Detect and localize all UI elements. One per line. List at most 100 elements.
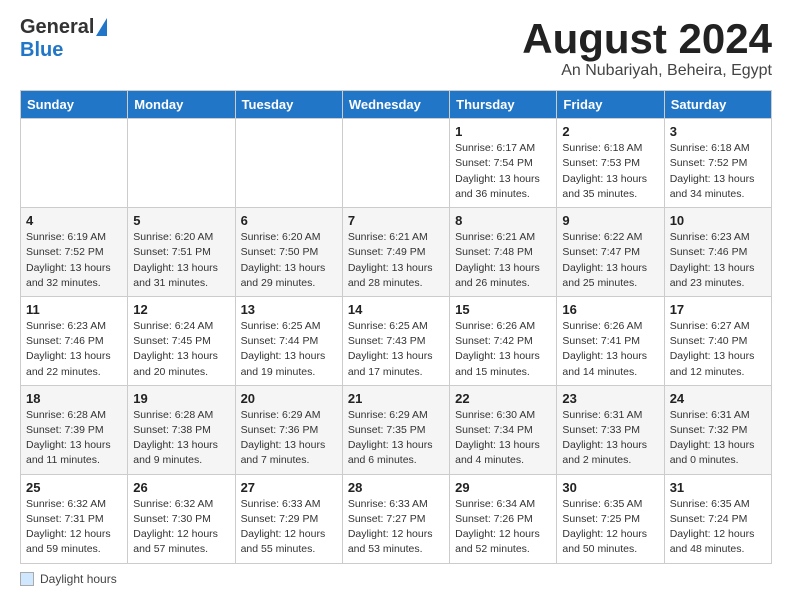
day-info: Sunrise: 6:24 AMSunset: 7:45 PMDaylight:… [133, 319, 229, 380]
day-info: Sunrise: 6:32 AMSunset: 7:30 PMDaylight:… [133, 497, 229, 558]
day-info: Sunrise: 6:25 AMSunset: 7:44 PMDaylight:… [241, 319, 337, 380]
logo-general-text: General [20, 16, 94, 39]
header: General Blue August 2024 An Nubariyah, B… [20, 16, 772, 80]
calendar-cell: 26 Sunrise: 6:32 AMSunset: 7:30 PMDayligh… [128, 474, 235, 563]
day-info: Sunrise: 6:31 AMSunset: 7:33 PMDaylight:… [562, 408, 658, 469]
calendar-week-row: 25 Sunrise: 6:32 AMSunset: 7:31 PMDayligh… [21, 474, 772, 563]
day-info: Sunrise: 6:18 AMSunset: 7:52 PMDaylight:… [670, 141, 766, 202]
day-number: 14 [348, 302, 444, 317]
logo-blue-text: Blue [20, 39, 63, 61]
day-info: Sunrise: 6:19 AMSunset: 7:52 PMDaylight:… [26, 230, 122, 291]
day-info: Sunrise: 6:30 AMSunset: 7:34 PMDaylight:… [455, 408, 551, 469]
calendar-cell: 4Sunrise: 6:19 AMSunset: 7:52 PMDaylight… [21, 208, 128, 297]
day-number: 19 [133, 391, 229, 406]
calendar-cell: 15 Sunrise: 6:26 AMSunset: 7:42 PMDayligh… [450, 296, 557, 385]
day-info: Sunrise: 6:25 AMSunset: 7:43 PMDaylight:… [348, 319, 444, 380]
calendar-cell: 14 Sunrise: 6:25 AMSunset: 7:43 PMDayligh… [342, 296, 449, 385]
weekday-header-saturday: Saturday [664, 91, 771, 119]
day-number: 28 [348, 480, 444, 495]
calendar-cell [342, 119, 449, 208]
day-number: 29 [455, 480, 551, 495]
weekday-header-thursday: Thursday [450, 91, 557, 119]
day-number: 5 [133, 213, 229, 228]
day-number: 11 [26, 302, 122, 317]
calendar-cell: 11 Sunrise: 6:23 AMSunset: 7:46 PMDayligh… [21, 296, 128, 385]
day-info: Sunrise: 6:27 AMSunset: 7:40 PMDaylight:… [670, 319, 766, 380]
day-number: 24 [670, 391, 766, 406]
title-area: August 2024 An Nubariyah, Beheira, Egypt [522, 16, 772, 80]
day-number: 27 [241, 480, 337, 495]
calendar-cell: 3Sunrise: 6:18 AMSunset: 7:52 PMDaylight… [664, 119, 771, 208]
day-number: 23 [562, 391, 658, 406]
calendar-cell: 18 Sunrise: 6:28 AMSunset: 7:39 PMDayligh… [21, 385, 128, 474]
calendar-cell: 19Sunrise: 6:28 AMSunset: 7:38 PMDayligh… [128, 385, 235, 474]
day-number: 31 [670, 480, 766, 495]
location-subtitle: An Nubariyah, Beheira, Egypt [522, 62, 772, 80]
day-number: 15 [455, 302, 551, 317]
day-number: 1 [455, 124, 551, 139]
calendar-cell [235, 119, 342, 208]
calendar-cell: 5Sunrise: 6:20 AMSunset: 7:51 PMDaylight… [128, 208, 235, 297]
day-info: Sunrise: 6:18 AMSunset: 7:53 PMDaylight:… [562, 141, 658, 202]
calendar-cell: 13 Sunrise: 6:25 AMSunset: 7:44 PMDayligh… [235, 296, 342, 385]
day-info: Sunrise: 6:33 AMSunset: 7:29 PMDaylight:… [241, 497, 337, 558]
day-info: Sunrise: 6:32 AMSunset: 7:31 PMDaylight:… [26, 497, 122, 558]
logo: General Blue [20, 16, 107, 62]
calendar-week-row: 18 Sunrise: 6:28 AMSunset: 7:39 PMDayligh… [21, 385, 772, 474]
day-info: Sunrise: 6:28 AMSunset: 7:39 PMDaylight:… [26, 408, 122, 469]
day-info: Sunrise: 6:35 AMSunset: 7:25 PMDaylight:… [562, 497, 658, 558]
day-number: 26 [133, 480, 229, 495]
day-number: 2 [562, 124, 658, 139]
day-info: Sunrise: 6:23 AMSunset: 7:46 PMDaylight:… [26, 319, 122, 380]
calendar-table: SundayMondayTuesdayWednesdayThursdayFrid… [20, 90, 772, 563]
calendar-cell: 8 Sunrise: 6:21 AMSunset: 7:48 PMDaylight… [450, 208, 557, 297]
day-number: 8 [455, 213, 551, 228]
weekday-header-tuesday: Tuesday [235, 91, 342, 119]
day-number: 22 [455, 391, 551, 406]
calendar-cell: 25 Sunrise: 6:32 AMSunset: 7:31 PMDayligh… [21, 474, 128, 563]
calendar-cell: 17Sunrise: 6:27 AMSunset: 7:40 PMDayligh… [664, 296, 771, 385]
calendar-week-row: 1 Sunrise: 6:17 AMSunset: 7:54 PMDaylight… [21, 119, 772, 208]
day-number: 25 [26, 480, 122, 495]
weekday-header-sunday: Sunday [21, 91, 128, 119]
calendar-cell: 2 Sunrise: 6:18 AMSunset: 7:53 PMDaylight… [557, 119, 664, 208]
calendar-cell: 10 Sunrise: 6:23 AMSunset: 7:46 PMDayligh… [664, 208, 771, 297]
day-number: 18 [26, 391, 122, 406]
day-info: Sunrise: 6:20 AMSunset: 7:50 PMDaylight:… [241, 230, 337, 291]
footer-note: Daylight hours [20, 572, 772, 586]
weekday-header-friday: Friday [557, 91, 664, 119]
day-info: Sunrise: 6:21 AMSunset: 7:49 PMDaylight:… [348, 230, 444, 291]
day-number: 10 [670, 213, 766, 228]
calendar-cell: 6 Sunrise: 6:20 AMSunset: 7:50 PMDaylight… [235, 208, 342, 297]
day-number: 7 [348, 213, 444, 228]
day-number: 16 [562, 302, 658, 317]
calendar-cell: 22 Sunrise: 6:30 AMSunset: 7:34 PMDayligh… [450, 385, 557, 474]
day-info: Sunrise: 6:26 AMSunset: 7:42 PMDaylight:… [455, 319, 551, 380]
calendar-cell: 27 Sunrise: 6:33 AMSunset: 7:29 PMDayligh… [235, 474, 342, 563]
day-number: 12 [133, 302, 229, 317]
day-number: 20 [241, 391, 337, 406]
month-title: August 2024 [522, 16, 772, 62]
weekday-header-monday: Monday [128, 91, 235, 119]
footer-label: Daylight hours [40, 572, 117, 586]
calendar-week-row: 4Sunrise: 6:19 AMSunset: 7:52 PMDaylight… [21, 208, 772, 297]
calendar-cell: 29Sunrise: 6:34 AMSunset: 7:26 PMDayligh… [450, 474, 557, 563]
calendar-cell: 16 Sunrise: 6:26 AMSunset: 7:41 PMDayligh… [557, 296, 664, 385]
calendar-cell: 30 Sunrise: 6:35 AMSunset: 7:25 PMDayligh… [557, 474, 664, 563]
weekday-header-row: SundayMondayTuesdayWednesdayThursdayFrid… [21, 91, 772, 119]
day-number: 13 [241, 302, 337, 317]
day-number: 30 [562, 480, 658, 495]
calendar-week-row: 11 Sunrise: 6:23 AMSunset: 7:46 PMDayligh… [21, 296, 772, 385]
day-info: Sunrise: 6:29 AMSunset: 7:35 PMDaylight:… [348, 408, 444, 469]
day-info: Sunrise: 6:26 AMSunset: 7:41 PMDaylight:… [562, 319, 658, 380]
day-info: Sunrise: 6:31 AMSunset: 7:32 PMDaylight:… [670, 408, 766, 469]
day-info: Sunrise: 6:23 AMSunset: 7:46 PMDaylight:… [670, 230, 766, 291]
calendar-cell: 24 Sunrise: 6:31 AMSunset: 7:32 PMDayligh… [664, 385, 771, 474]
calendar-cell: 31Sunrise: 6:35 AMSunset: 7:24 PMDayligh… [664, 474, 771, 563]
day-number: 6 [241, 213, 337, 228]
day-info: Sunrise: 6:22 AMSunset: 7:47 PMDaylight:… [562, 230, 658, 291]
day-info: Sunrise: 6:17 AMSunset: 7:54 PMDaylight:… [455, 141, 551, 202]
logo-triangle-icon [96, 18, 107, 36]
day-number: 21 [348, 391, 444, 406]
day-info: Sunrise: 6:21 AMSunset: 7:48 PMDaylight:… [455, 230, 551, 291]
